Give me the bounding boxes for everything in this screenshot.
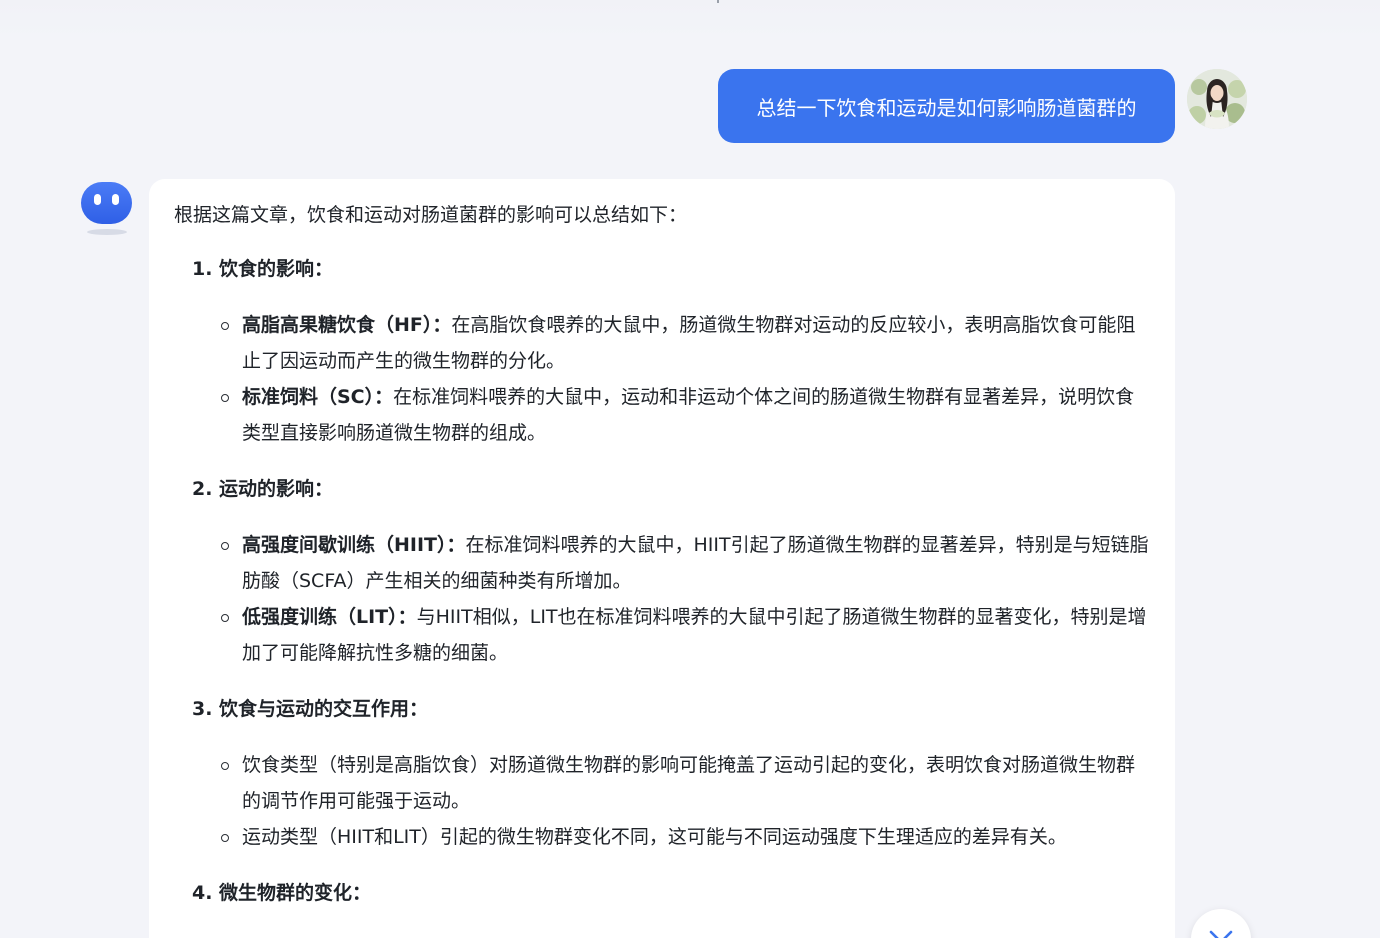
list-item: 运动类型（HIIT和LIT）引起的微生物群变化不同，这可能与不同运动强度下生理适… bbox=[174, 819, 1149, 855]
bullet-marker bbox=[221, 762, 229, 770]
user-avatar-photo bbox=[1187, 69, 1247, 129]
bullet-heading: 低强度训练（LIT）： bbox=[242, 606, 417, 628]
section-list-diet: 高脂高果糖饮食（HF）：在高脂饮食喂养的大鼠中，肠道微生物群对运动的反应较小，表… bbox=[174, 307, 1149, 451]
section-list-exercise: 高强度间歇训练（HIIT）：在标准饲料喂养的大鼠中，HIIT引起了肠道微生物群的… bbox=[174, 527, 1149, 671]
section-title-exercise: 2. 运动的影响： bbox=[192, 478, 334, 500]
scroll-to-bottom-button[interactable] bbox=[1191, 909, 1251, 938]
bot-answer-card: 根据这篇文章，饮食和运动对肠道菌群的影响可以总结如下： 1. 饮食的影响： 高脂… bbox=[149, 179, 1175, 938]
bot-avatar bbox=[80, 180, 134, 240]
bullet-text: 饮食类型（特别是高脂饮食）对肠道微生物群的影响可能掩盖了运动引起的变化，表明饮食… bbox=[242, 754, 1136, 812]
bullet-heading: 标准饲料（SC）： bbox=[242, 386, 394, 408]
list-item: 标准饲料（SC）：在标准饲料喂养的大鼠中，运动和非运动个体之间的肠道微生物群有显… bbox=[174, 379, 1149, 451]
robot-avatar-icon bbox=[81, 182, 132, 235]
user-avatar[interactable] bbox=[1187, 69, 1247, 129]
bullet-marker bbox=[221, 542, 229, 550]
bullet-text: 运动类型（HIIT和LIT）引起的微生物群变化不同，这可能与不同运动强度下生理适… bbox=[242, 826, 1067, 848]
section-title-microbiota: 4. 微生物群的变化： bbox=[192, 882, 372, 904]
section-list-interaction: 饮食类型（特别是高脂饮食）对肠道微生物群的影响可能掩盖了运动引起的变化，表明饮食… bbox=[174, 747, 1149, 855]
bullet-marker bbox=[221, 614, 229, 622]
user-message-text: 总结一下饮食和运动是如何影响肠道菌群的 bbox=[756, 95, 1137, 120]
section-title-diet: 1. 饮食的影响： bbox=[192, 258, 334, 280]
section-title-interaction: 3. 饮食与运动的交互作用： bbox=[192, 698, 429, 720]
bullet-marker bbox=[221, 322, 229, 330]
user-message-bubble: 总结一下饮食和运动是如何影响肠道菌群的 bbox=[718, 69, 1175, 143]
answer-intro: 根据这篇文章，饮食和运动对肠道菌群的影响可以总结如下： bbox=[174, 204, 688, 226]
list-item: 高脂高果糖饮食（HF）：在高脂饮食喂养的大鼠中，肠道微生物群对运动的反应较小，表… bbox=[174, 307, 1149, 379]
top-scroll-marker bbox=[717, 0, 719, 3]
chevron-down-icon bbox=[1209, 930, 1233, 938]
bullet-marker bbox=[221, 834, 229, 842]
chat-page: 总结一下饮食和运动是如何影响肠道菌群的 根据这篇文章，饮食和运动对肠道菌群的影响… bbox=[0, 0, 1380, 938]
bullet-marker bbox=[221, 394, 229, 402]
list-item: 低强度训练（LIT）：与HIIT相似，LIT也在标准饲料喂养的大鼠中引起了肠道微… bbox=[174, 599, 1149, 671]
top-fade bbox=[0, 0, 1380, 40]
bullet-heading: 高强度间歇训练（HIIT）： bbox=[242, 534, 466, 556]
bullet-heading: 高脂高果糖饮食（HF）： bbox=[242, 314, 452, 336]
list-item: 高强度间歇训练（HIIT）：在标准饲料喂养的大鼠中，HIIT引起了肠道微生物群的… bbox=[174, 527, 1149, 599]
list-item: 饮食类型（特别是高脂饮食）对肠道微生物群的影响可能掩盖了运动引起的变化，表明饮食… bbox=[174, 747, 1149, 819]
